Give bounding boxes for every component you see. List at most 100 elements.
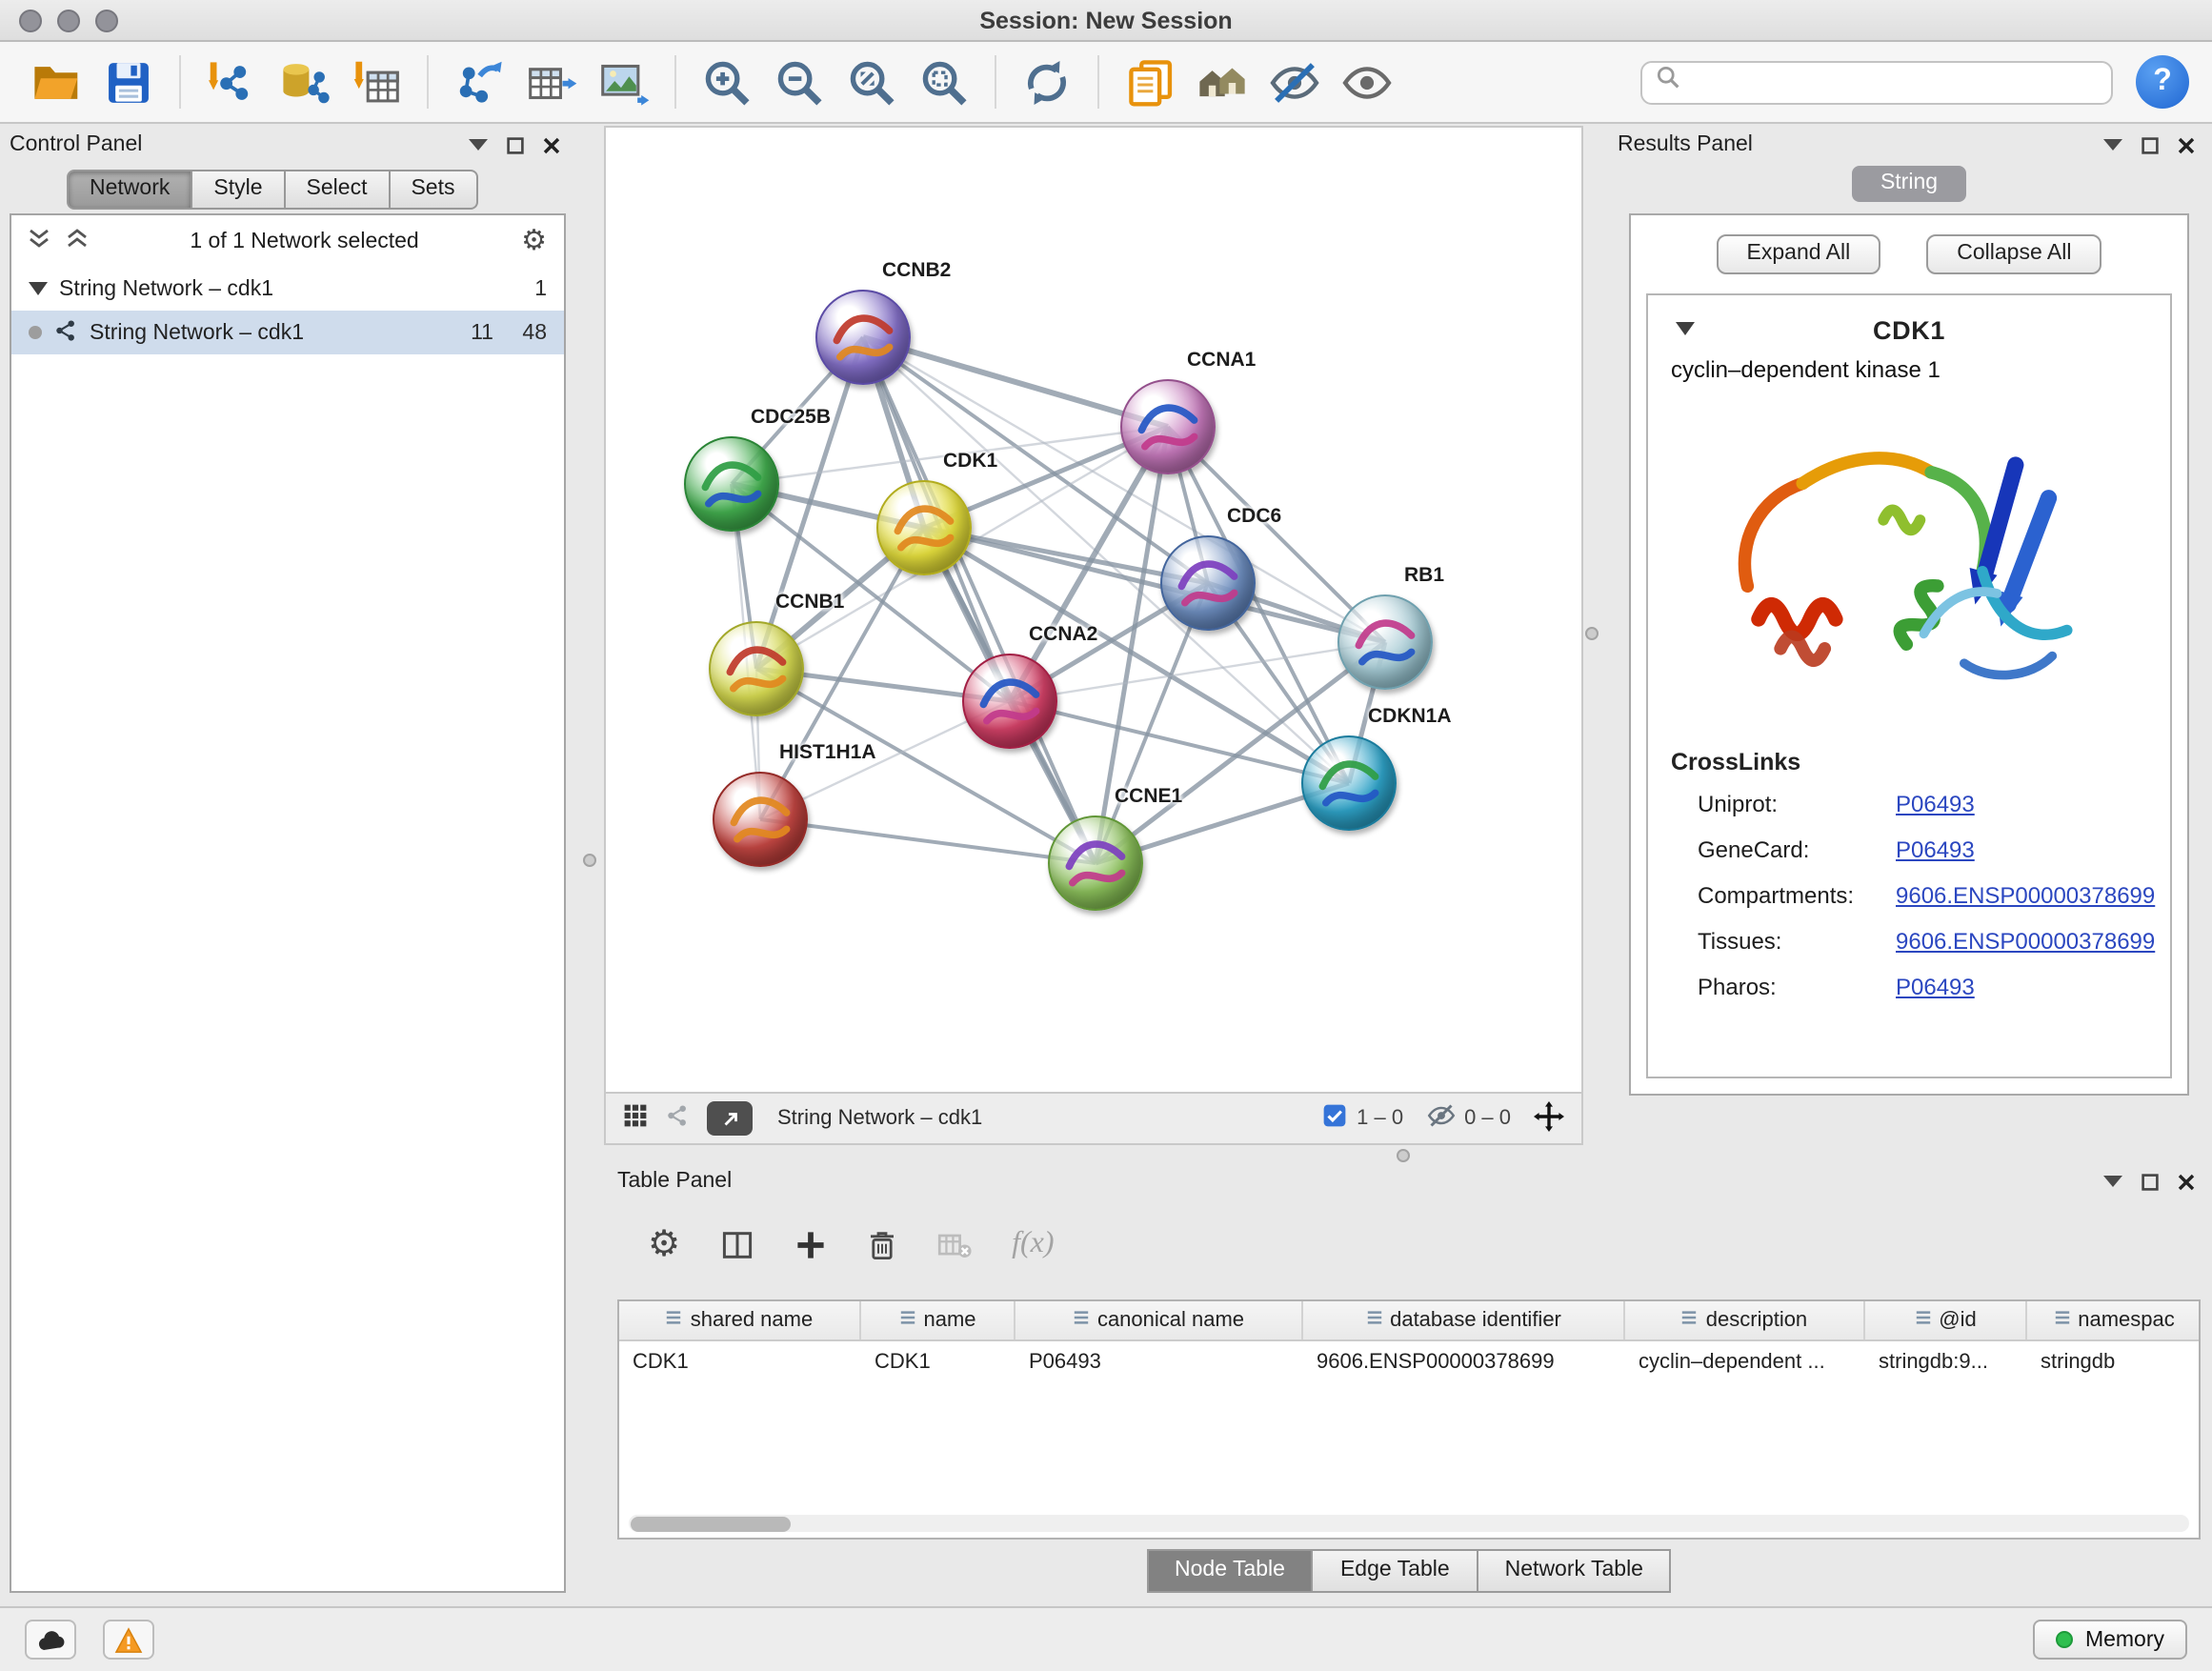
chevron-down-icon[interactable]: [2103, 139, 2122, 151]
right-splitter-handle[interactable]: [1585, 627, 1599, 640]
memory-button[interactable]: Memory: [2034, 1620, 2187, 1660]
column-header[interactable]: description: [1625, 1301, 1865, 1339]
network-node-CCNE1[interactable]: [1048, 815, 1143, 911]
network-node-CCNB1[interactable]: [709, 621, 804, 716]
zoom-selected-button[interactable]: [911, 50, 977, 113]
tab-sets[interactable]: Sets: [390, 170, 477, 210]
network-node-CDK1[interactable]: [876, 480, 972, 575]
network-node-HIST1H1A[interactable]: [713, 772, 808, 867]
export-network-button[interactable]: [446, 50, 513, 113]
eye-button[interactable]: [1334, 50, 1400, 113]
tab-node-table[interactable]: Node Table: [1146, 1549, 1314, 1593]
hidden-eye-slash-icon[interactable]: [1426, 1101, 1455, 1136]
network-canvas[interactable]: CCNB2CCNA1CDC25BCDK1CDC6RB1CCNB1CCNA2CDK…: [604, 126, 1583, 1094]
tab-style[interactable]: Style: [192, 170, 285, 210]
network-node-CDKN1A[interactable]: [1301, 735, 1397, 831]
column-header[interactable]: namespac: [2027, 1301, 2201, 1339]
warning-button[interactable]: [103, 1620, 154, 1660]
search-box[interactable]: [1640, 60, 2113, 104]
crosslink-value-link[interactable]: P06493: [1896, 974, 1975, 1000]
float-panel-icon[interactable]: [507, 136, 524, 153]
selected-checkbox-icon[interactable]: [1322, 1103, 1347, 1134]
table-row[interactable]: CDK1CDK1P064939606.ENSP00000378699cyclin…: [619, 1341, 2199, 1381]
collapse-all-button[interactable]: Collapse All: [1926, 234, 2101, 274]
maximize-window-button[interactable]: [95, 10, 118, 32]
crosslink-value-link[interactable]: P06493: [1896, 836, 1975, 863]
tab-network-table[interactable]: Network Table: [1478, 1549, 1672, 1593]
search-input[interactable]: [1690, 70, 2098, 93]
move-crosshair-icon[interactable]: [1534, 1100, 1564, 1137]
table-cell[interactable]: CDK1: [861, 1341, 1016, 1381]
caret-down-icon[interactable]: [29, 277, 48, 300]
network-node-CDC25B[interactable]: [684, 436, 779, 532]
save-button[interactable]: [95, 50, 162, 113]
zoom-out-button[interactable]: [766, 50, 833, 113]
caret-down-icon[interactable]: [1675, 322, 1696, 335]
crosslink-value-link[interactable]: P06493: [1896, 791, 1975, 817]
column-header[interactable]: name: [861, 1301, 1016, 1339]
grid-icon[interactable]: [623, 1103, 648, 1134]
float-panel-icon[interactable]: [2142, 136, 2159, 153]
columns-icon[interactable]: [720, 1228, 754, 1260]
horizontal-scrollbar[interactable]: [629, 1515, 2189, 1532]
network-node-CCNA2[interactable]: [962, 654, 1057, 749]
float-panel-icon[interactable]: [2142, 1173, 2159, 1190]
network-collection-row[interactable]: String Network – cdk1 1: [11, 267, 564, 311]
chevron-down-icon[interactable]: [2103, 1176, 2122, 1187]
column-header[interactable]: shared name: [619, 1301, 861, 1339]
table-cell[interactable]: 9606.ENSP00000378699: [1303, 1341, 1625, 1381]
expand-all-icon[interactable]: [67, 229, 88, 253]
export-image-button[interactable]: [591, 50, 657, 113]
scrollbar-thumb[interactable]: [631, 1516, 791, 1531]
table-cell[interactable]: CDK1: [619, 1341, 861, 1381]
cloud-button[interactable]: [25, 1620, 76, 1660]
documents-button[interactable]: [1116, 50, 1183, 113]
eye-slash-button[interactable]: [1261, 50, 1328, 113]
open-folder-button[interactable]: [23, 50, 90, 113]
bottom-splitter-handle[interactable]: [1397, 1149, 1410, 1162]
chevron-down-icon[interactable]: [469, 139, 488, 151]
column-header[interactable]: @id: [1865, 1301, 2027, 1339]
import-network-database-button[interactable]: [271, 50, 337, 113]
help-button[interactable]: ?: [2136, 55, 2189, 109]
network-node-CDC6[interactable]: [1160, 535, 1256, 631]
tab-network[interactable]: Network: [67, 170, 192, 210]
houses-button[interactable]: [1189, 50, 1256, 113]
import-table-button[interactable]: [343, 50, 410, 113]
table-cell[interactable]: cyclin–dependent ...: [1625, 1341, 1865, 1381]
network-node-RB1[interactable]: [1337, 594, 1433, 690]
zoom-in-icon: [701, 56, 753, 108]
close-panel-icon[interactable]: [2178, 136, 2195, 153]
add-row-plus-icon[interactable]: [794, 1228, 827, 1260]
minimize-window-button[interactable]: [57, 10, 80, 32]
zoom-fit-button[interactable]: [838, 50, 905, 113]
network-node-CCNB2[interactable]: [815, 290, 911, 385]
tab-string[interactable]: String: [1852, 166, 1966, 202]
crosslink-value-link[interactable]: 9606.ENSP00000378699: [1896, 928, 2155, 955]
table-cell[interactable]: stringdb: [2027, 1341, 2201, 1381]
expand-all-button[interactable]: Expand All: [1717, 234, 1881, 274]
gear-icon[interactable]: ⚙: [648, 1226, 680, 1262]
network-node-CCNA1[interactable]: [1120, 379, 1216, 474]
left-splitter-handle[interactable]: [583, 854, 596, 867]
tab-edge-table[interactable]: Edge Table: [1314, 1549, 1478, 1593]
crosslink-value-link[interactable]: 9606.ENSP00000378699: [1896, 882, 2155, 909]
refresh-button[interactable]: [1014, 50, 1080, 113]
share-icon[interactable]: [665, 1103, 690, 1134]
export-table-button[interactable]: [518, 50, 585, 113]
close-window-button[interactable]: [19, 10, 42, 32]
close-panel-icon[interactable]: [543, 136, 560, 153]
network-row[interactable]: String Network – cdk1 11 48: [11, 311, 564, 354]
open-in-window-button[interactable]: [707, 1101, 753, 1136]
zoom-in-button[interactable]: [694, 50, 760, 113]
column-header[interactable]: database identifier: [1303, 1301, 1625, 1339]
gear-icon[interactable]: ⚙: [521, 227, 547, 255]
table-cell[interactable]: stringdb:9...: [1865, 1341, 2027, 1381]
tab-select[interactable]: Select: [286, 170, 391, 210]
trash-icon[interactable]: [867, 1228, 897, 1260]
collapse-all-icon[interactable]: [29, 229, 50, 253]
close-panel-icon[interactable]: [2178, 1173, 2195, 1190]
import-network-file-button[interactable]: [198, 50, 265, 113]
column-header[interactable]: canonical name: [1016, 1301, 1303, 1339]
table-cell[interactable]: P06493: [1016, 1341, 1303, 1381]
